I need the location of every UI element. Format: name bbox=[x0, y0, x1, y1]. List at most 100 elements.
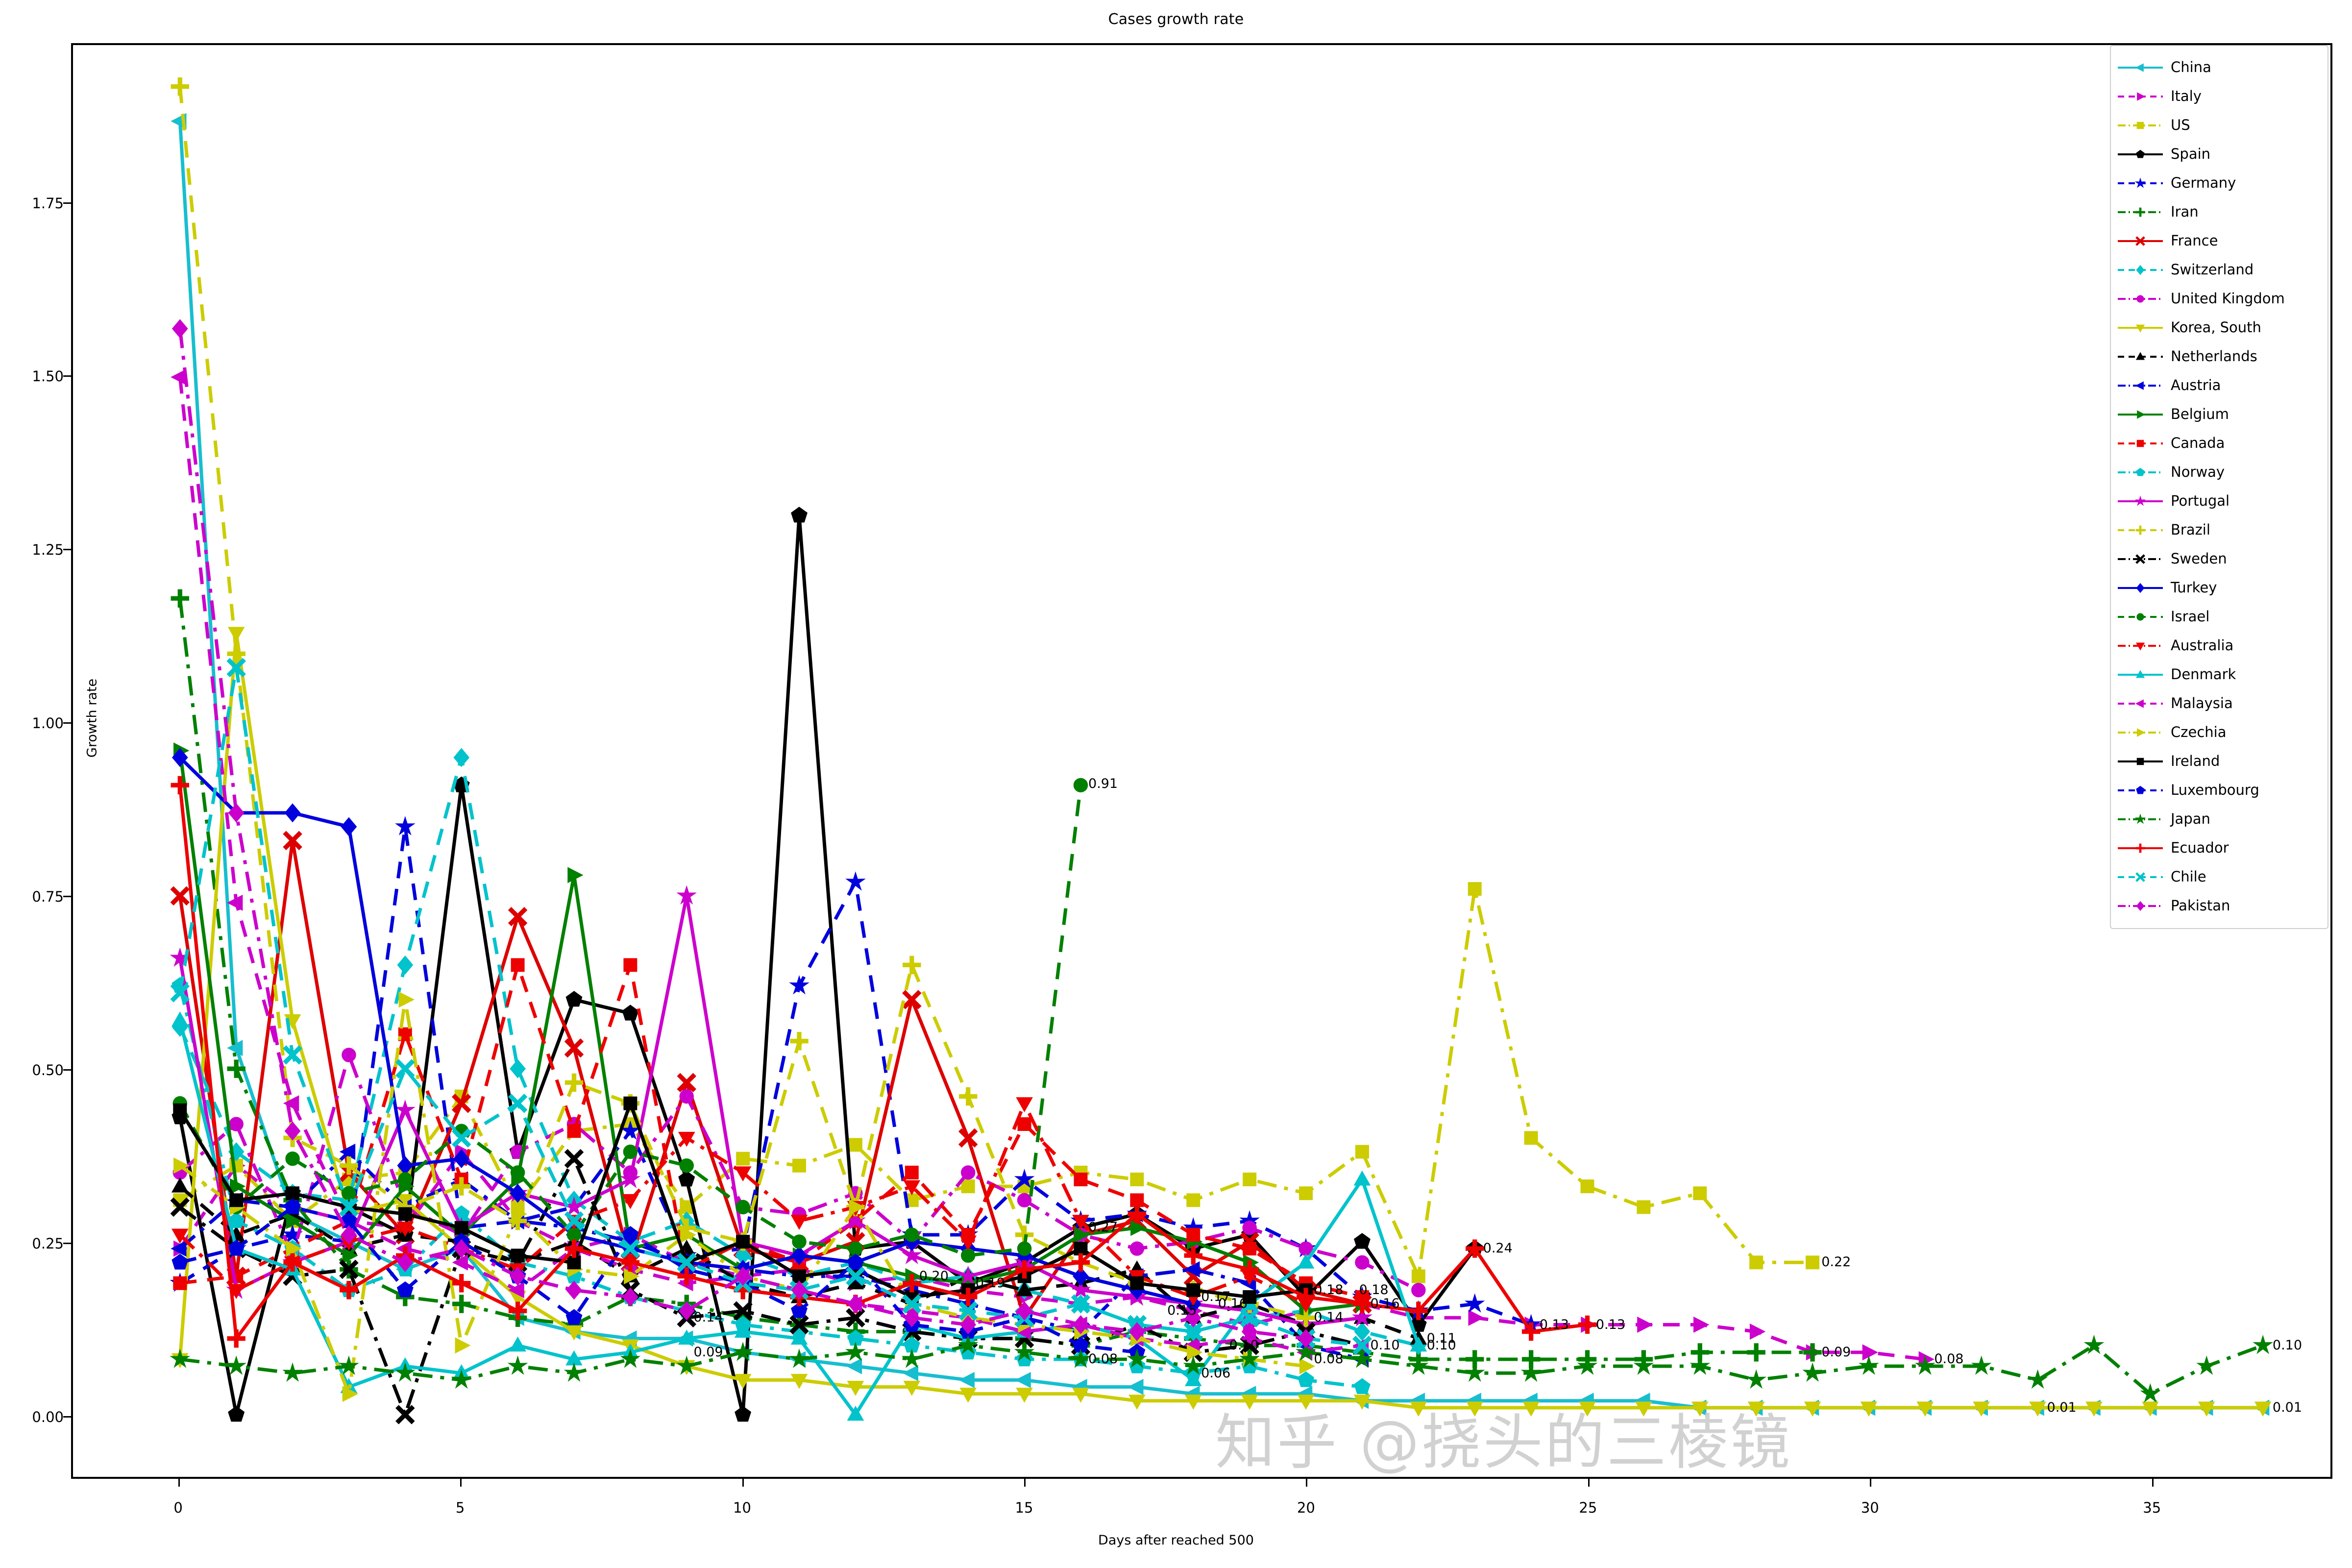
legend-item-label: Austria bbox=[2171, 377, 2221, 393]
legend-item[interactable]: Japan bbox=[2117, 805, 2322, 833]
point-annotation: 0.10 bbox=[1426, 1338, 1456, 1353]
legend-item-label: Spain bbox=[2171, 146, 2211, 162]
legend-key-us bbox=[2118, 122, 2163, 129]
legend-key-ireland bbox=[2118, 758, 2163, 765]
legend-item[interactable]: Sweden bbox=[2117, 544, 2322, 573]
legend-item[interactable]: Italy bbox=[2117, 82, 2322, 111]
point-annotation: 0.08 bbox=[1934, 1351, 1964, 1367]
legend-item[interactable]: Luxembourg bbox=[2117, 776, 2322, 805]
x-tick-mark bbox=[460, 1479, 462, 1487]
legend-item[interactable]: Korea, South bbox=[2117, 313, 2322, 342]
legend-item-label: Japan bbox=[2171, 810, 2210, 827]
legend-item-label: Pakistan bbox=[2171, 897, 2230, 914]
legend-item-label: Switzerland bbox=[2171, 261, 2254, 278]
legend-key-brazil bbox=[2118, 525, 2163, 535]
legend-key-united-kingdom bbox=[2118, 294, 2163, 303]
legend-item[interactable]: United Kingdom bbox=[2117, 284, 2322, 313]
legend-key-iran bbox=[2118, 207, 2163, 217]
legend-item[interactable]: Denmark bbox=[2117, 660, 2322, 689]
point-annotation: 0.20 bbox=[919, 1268, 949, 1284]
x-tick-mark bbox=[1306, 1479, 1308, 1487]
plot-area bbox=[71, 43, 2332, 1479]
legend-item[interactable]: Belgium bbox=[2117, 400, 2322, 429]
legend-item[interactable]: Ecuador bbox=[2117, 833, 2322, 862]
legend-key-australia bbox=[2118, 642, 2163, 651]
x-tick-label: 35 bbox=[2143, 1499, 2161, 1516]
legend-item[interactable]: Netherlands bbox=[2117, 342, 2322, 371]
legend-item[interactable]: Turkey bbox=[2117, 573, 2322, 602]
legend-key-portugal bbox=[2118, 495, 2163, 506]
legend-key-israel bbox=[2118, 612, 2163, 621]
point-annotation: 0.14 bbox=[1314, 1310, 1344, 1325]
legend-item[interactable]: Chile bbox=[2117, 862, 2322, 891]
legend-item[interactable]: Portugal bbox=[2117, 487, 2322, 515]
legend-item[interactable]: Ireland bbox=[2117, 747, 2322, 776]
legend-item[interactable]: Czechia bbox=[2117, 718, 2322, 747]
legend-item-label: China bbox=[2171, 59, 2211, 75]
y-tick-label: 1.00 bbox=[32, 715, 64, 732]
point-annotation: 0.13 bbox=[1595, 1317, 1625, 1332]
point-annotation: 0.18 bbox=[1314, 1282, 1344, 1298]
x-tick-mark bbox=[742, 1479, 744, 1487]
legend-item[interactable]: France bbox=[2117, 226, 2322, 255]
legend-item-label: Ecuador bbox=[2171, 839, 2229, 856]
legend-item[interactable]: Spain bbox=[2117, 140, 2322, 169]
legend[interactable]: China Italy US Spain Germany Iran France Switze… bbox=[2110, 45, 2328, 929]
legend-key-korea-south bbox=[2118, 324, 2163, 333]
x-tick-label: 5 bbox=[455, 1499, 465, 1516]
legend-item-label: Malaysia bbox=[2171, 695, 2233, 711]
legend-item-label: Canada bbox=[2171, 435, 2225, 451]
legend-item[interactable]: Pakistan bbox=[2117, 891, 2322, 920]
legend-item[interactable]: US bbox=[2117, 111, 2322, 140]
legend-key-czechia bbox=[2118, 728, 2163, 737]
point-annotation: 0.22 bbox=[1821, 1254, 1851, 1270]
x-tick-mark bbox=[178, 1479, 180, 1487]
point-annotation: 0.06 bbox=[1201, 1365, 1231, 1381]
legend-key-italy bbox=[2118, 92, 2163, 101]
legend-item[interactable]: Switzerland bbox=[2117, 255, 2322, 284]
legend-item-label: United Kingdom bbox=[2171, 290, 2285, 307]
x-tick-label: 20 bbox=[1297, 1499, 1315, 1516]
y-tick-mark bbox=[63, 1242, 71, 1244]
point-annotation: 0.91 bbox=[1088, 776, 1118, 791]
legend-item-label: Netherlands bbox=[2171, 348, 2257, 365]
chart-page: Cases growth rate Growth rate Days after… bbox=[0, 0, 2352, 1568]
legend-item[interactable]: Canada bbox=[2117, 429, 2322, 458]
legend-item[interactable]: China bbox=[2117, 53, 2322, 82]
y-tick-mark bbox=[63, 1069, 71, 1071]
legend-key-ecuador bbox=[2118, 843, 2163, 853]
y-tick-label: 0.50 bbox=[32, 1061, 64, 1078]
legend-item-label: Turkey bbox=[2171, 579, 2217, 596]
y-tick-mark bbox=[63, 1416, 71, 1418]
legend-item-label: France bbox=[2171, 232, 2218, 249]
legend-key-chile bbox=[2118, 872, 2163, 882]
legend-item[interactable]: Austria bbox=[2117, 371, 2322, 400]
point-annotation: 0.09 bbox=[1821, 1345, 1851, 1360]
y-tick-label: 0.00 bbox=[32, 1408, 64, 1425]
legend-item-label: Luxembourg bbox=[2171, 782, 2259, 798]
legend-item[interactable]: Brazil bbox=[2117, 515, 2322, 544]
legend-item-label: Ireland bbox=[2171, 753, 2220, 769]
y-tick-label: 0.25 bbox=[32, 1235, 64, 1252]
legend-item[interactable]: Germany bbox=[2117, 169, 2322, 197]
legend-item[interactable]: Australia bbox=[2117, 631, 2322, 660]
legend-item[interactable]: Iran bbox=[2117, 197, 2322, 226]
y-tick-mark bbox=[63, 896, 71, 897]
legend-key-malaysia bbox=[2118, 699, 2163, 708]
x-tick-mark bbox=[2152, 1479, 2154, 1487]
y-axis-label: Growth rate bbox=[84, 678, 100, 758]
y-tick-mark bbox=[63, 549, 71, 551]
legend-item[interactable]: Norway bbox=[2117, 458, 2322, 487]
legend-item-label: Israel bbox=[2171, 608, 2210, 625]
legend-item-label: Sweden bbox=[2171, 550, 2227, 567]
legend-item[interactable]: Malaysia bbox=[2117, 689, 2322, 718]
x-tick-label: 15 bbox=[1015, 1499, 1033, 1516]
y-tick-mark bbox=[63, 375, 71, 377]
legend-key-sweden bbox=[2118, 554, 2163, 564]
x-tick-label: 30 bbox=[1861, 1499, 1879, 1516]
point-annotation: 0.10 bbox=[1370, 1338, 1400, 1353]
y-tick-label: 1.50 bbox=[32, 368, 64, 385]
point-annotation: 0.13 bbox=[1539, 1317, 1569, 1332]
legend-item[interactable]: Israel bbox=[2117, 602, 2322, 631]
x-tick-mark bbox=[1588, 1479, 1590, 1487]
